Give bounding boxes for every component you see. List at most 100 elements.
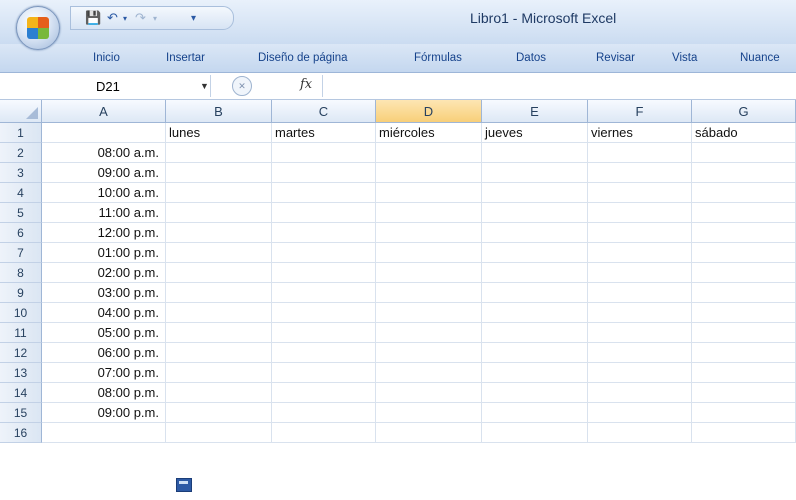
cell-a13[interactable]: 07:00 p.m. [42,363,166,383]
cell-b11[interactable] [166,323,272,343]
row-header-9[interactable]: 9 [0,283,42,303]
insert-function-icon[interactable]: fx [300,77,312,92]
cell-f16[interactable] [588,423,692,443]
column-header-a[interactable]: A [42,100,166,123]
formula-input[interactable] [322,75,796,97]
cell-g6[interactable] [692,223,796,243]
cell-g7[interactable] [692,243,796,263]
cell-c9[interactable] [272,283,376,303]
tab-datos[interactable]: Datos [516,52,546,64]
cell-c13[interactable] [272,363,376,383]
cell-b2[interactable] [166,143,272,163]
name-box[interactable]: D21 ▼ [0,75,211,97]
cell-c14[interactable] [272,383,376,403]
cell-b9[interactable] [166,283,272,303]
cell-a6[interactable]: 12:00 p.m. [42,223,166,243]
cell-a2[interactable]: 08:00 a.m. [42,143,166,163]
cell-f10[interactable] [588,303,692,323]
row-header-15[interactable]: 15 [0,403,42,423]
cell-a9[interactable]: 03:00 p.m. [42,283,166,303]
cell-d8[interactable] [376,263,482,283]
cell-e8[interactable] [482,263,588,283]
cell-a8[interactable]: 02:00 p.m. [42,263,166,283]
cell-e7[interactable] [482,243,588,263]
cell-d14[interactable] [376,383,482,403]
tab-nuance[interactable]: Nuance [740,52,780,64]
cell-d6[interactable] [376,223,482,243]
cell-b6[interactable] [166,223,272,243]
row-header-1[interactable]: 1 [0,123,42,143]
cell-c5[interactable] [272,203,376,223]
cell-d16[interactable] [376,423,482,443]
cell-d13[interactable] [376,363,482,383]
tab-inicio[interactable]: Inicio [93,52,120,64]
cell-c7[interactable] [272,243,376,263]
cell-b7[interactable] [166,243,272,263]
cell-f11[interactable] [588,323,692,343]
row-header-3[interactable]: 3 [0,163,42,183]
cell-d4[interactable] [376,183,482,203]
cell-f15[interactable] [588,403,692,423]
cell-c16[interactable] [272,423,376,443]
cell-e6[interactable] [482,223,588,243]
row-header-7[interactable]: 7 [0,243,42,263]
tab-formulas[interactable]: Fórmulas [414,52,462,64]
customize-toolbar-icon[interactable]: ▾ [191,10,196,26]
cell-f1[interactable]: viernes [588,123,692,143]
cell-c15[interactable] [272,403,376,423]
cell-c1[interactable]: martes [272,123,376,143]
cell-f7[interactable] [588,243,692,263]
cell-e10[interactable] [482,303,588,323]
cell-b16[interactable] [166,423,272,443]
column-header-b[interactable]: B [166,100,272,123]
row-header-14[interactable]: 14 [0,383,42,403]
cell-b8[interactable] [166,263,272,283]
column-header-c[interactable]: C [272,100,376,123]
tab-diseno-de-pagina[interactable]: Diseño de página [258,52,348,64]
cell-e1[interactable]: jueves [482,123,588,143]
row-header-4[interactable]: 4 [0,183,42,203]
column-header-g[interactable]: G [692,100,796,123]
cell-d5[interactable] [376,203,482,223]
cell-a1[interactable] [42,123,166,143]
save-icon[interactable]: 💾 [85,10,101,26]
cell-e11[interactable] [482,323,588,343]
cell-b4[interactable] [166,183,272,203]
redo-dropdown-icon[interactable]: ▾ [153,10,157,26]
cell-e2[interactable] [482,143,588,163]
cell-a16[interactable] [42,423,166,443]
cell-c6[interactable] [272,223,376,243]
cell-g9[interactable] [692,283,796,303]
office-button[interactable] [16,6,60,50]
cell-c2[interactable] [272,143,376,163]
cell-d9[interactable] [376,283,482,303]
row-header-6[interactable]: 6 [0,223,42,243]
cell-a12[interactable]: 06:00 p.m. [42,343,166,363]
cell-g10[interactable] [692,303,796,323]
select-all-corner[interactable] [0,100,42,123]
cell-f12[interactable] [588,343,692,363]
cell-f5[interactable] [588,203,692,223]
cell-f2[interactable] [588,143,692,163]
cell-e9[interactable] [482,283,588,303]
cell-e14[interactable] [482,383,588,403]
row-header-8[interactable]: 8 [0,263,42,283]
undo-icon[interactable]: ↶ [107,10,118,26]
row-header-2[interactable]: 2 [0,143,42,163]
row-header-12[interactable]: 12 [0,343,42,363]
cell-d10[interactable] [376,303,482,323]
cell-e5[interactable] [482,203,588,223]
cell-c12[interactable] [272,343,376,363]
cell-f3[interactable] [588,163,692,183]
column-header-e[interactable]: E [482,100,588,123]
cell-f4[interactable] [588,183,692,203]
cell-d15[interactable] [376,403,482,423]
cell-b10[interactable] [166,303,272,323]
cell-g13[interactable] [692,363,796,383]
cell-g15[interactable] [692,403,796,423]
cell-a3[interactable]: 09:00 a.m. [42,163,166,183]
cell-a15[interactable]: 09:00 p.m. [42,403,166,423]
cell-b1[interactable]: lunes [166,123,272,143]
cell-g11[interactable] [692,323,796,343]
cell-b13[interactable] [166,363,272,383]
